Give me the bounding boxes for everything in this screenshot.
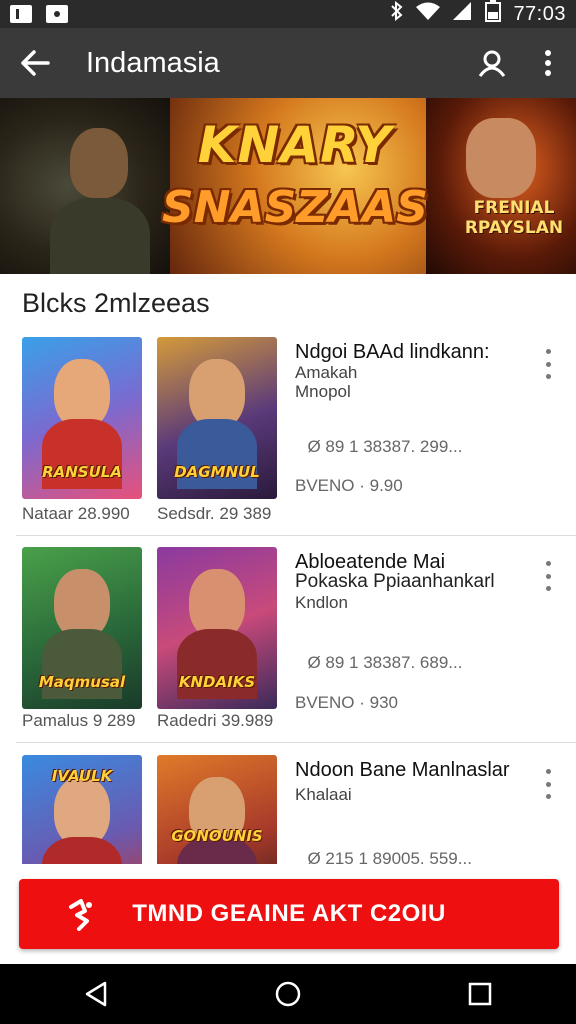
thumbnail-label: RANSULA — [42, 463, 122, 481]
arrow-left-icon — [21, 50, 50, 76]
banner-side-text-2: RPAYSLAN — [464, 218, 564, 238]
primary-cta-button[interactable]: TMND GEAINE AKT C2OIU — [19, 879, 559, 949]
battery-icon — [483, 0, 503, 28]
game-thumbnail[interactable]: DAGMNUL — [157, 337, 277, 499]
banner-hero-left — [0, 98, 170, 274]
signal-icon — [451, 1, 473, 27]
item-menu-button[interactable] — [538, 349, 558, 379]
thumbnail-caption: Radedri 39.989 — [157, 711, 274, 730]
banner-subtitle: SNASZAAS — [162, 182, 428, 233]
nav-back-button[interactable] — [66, 964, 126, 1024]
app-title: Indamasia — [86, 46, 220, 79]
bluetooth-icon — [389, 0, 405, 27]
circle-home-icon — [275, 981, 301, 1007]
thumbnail-label: Maqmusal — [38, 673, 126, 691]
list-item[interactable]: RANSULA DAGMNUL Nataar 28.990 Sedsdr. 29… — [0, 337, 576, 533]
status-bar: 77:03 — [0, 0, 576, 28]
item-title: Ndoon Bane Manlnaslar — [295, 759, 510, 781]
thumbnail-label: IVAULK — [51, 767, 113, 785]
person-icon — [478, 50, 506, 77]
item-stats: ⠀Ø 215 1 89005. 559... — [295, 849, 472, 865]
banner-hero-right — [426, 98, 576, 274]
divider — [16, 535, 576, 536]
app-bar: Indamasia — [0, 28, 576, 98]
item-menu-button[interactable] — [538, 561, 558, 591]
cta-container: TMND GEAINE AKT C2OIU — [0, 864, 576, 964]
banner-side-text-1: FRENIAL — [473, 198, 555, 218]
account-button[interactable] — [464, 28, 520, 98]
notification-icon-2 — [46, 5, 68, 23]
overflow-menu-button[interactable] — [520, 28, 576, 98]
game-thumbnail[interactable]: KNDAIKS — [157, 547, 277, 709]
app-screen: 77:03 Indamasia KNARY SNASZAAS FRENIAL R… — [0, 0, 576, 1024]
triangle-back-icon — [85, 981, 107, 1007]
divider — [16, 742, 576, 743]
item-title: Ndgoi BAAd lindkann: — [295, 341, 490, 363]
item-subtitle-2: Mnopol — [295, 382, 351, 401]
thumbnail-label: GONOUNIS — [171, 827, 263, 845]
game-thumbnail[interactable]: IVAULK — [22, 755, 142, 865]
thumbnail-label: KNDAIKS — [178, 673, 256, 691]
thumbnail-caption: Nataar 28.990 — [22, 504, 130, 523]
list-item[interactable]: IVAULK GONOUNIS Ndoon Bane Manlnaslar Kh… — [0, 755, 576, 865]
item-stats: ⠀Ø 89 1 38387. 689... — [295, 653, 463, 672]
system-nav-bar — [0, 964, 576, 1024]
item-subtitle: Pokaska Ppiaanhankarl — [295, 571, 495, 592]
thumbnail-caption: Pamalus 9 289 — [22, 711, 136, 730]
notification-icon — [10, 5, 32, 23]
list-item[interactable]: Maqmusal KNDAIKS Pamalus 9 289 Radedri 3… — [0, 547, 576, 737]
item-price: BVENO · 930 — [295, 693, 398, 712]
gift-icon — [69, 899, 92, 931]
more-vert-icon — [545, 50, 551, 76]
status-time: 77:03 — [513, 2, 566, 25]
cta-label: TMND GEAINE AKT C2OIU — [132, 900, 446, 927]
game-thumbnail[interactable]: RANSULA — [22, 337, 142, 499]
item-price: BVENO · 9.90 — [295, 476, 403, 495]
wifi-icon — [415, 1, 441, 27]
back-button[interactable] — [0, 28, 70, 98]
item-subtitle: Khalaai — [295, 785, 352, 804]
promo-banner[interactable]: KNARY SNASZAAS FRENIAL RPAYSLAN — [0, 98, 576, 274]
item-subtitle-2: Kndlon — [295, 593, 348, 612]
item-menu-button[interactable] — [538, 769, 558, 799]
nav-home-button[interactable] — [258, 964, 318, 1024]
section-title: Blcks 2mlzeeas — [22, 288, 210, 318]
thumbnail-label: DAGMNUL — [174, 463, 260, 481]
nav-recents-button[interactable] — [450, 964, 510, 1024]
square-recents-icon — [468, 982, 492, 1006]
item-subtitle: Amakah — [295, 363, 358, 382]
banner-title: KNARY — [197, 116, 393, 174]
item-stats: ⠀Ø 89 1 38387. 299... — [295, 437, 463, 456]
game-thumbnail[interactable]: Maqmusal — [22, 547, 142, 709]
thumbnail-caption: Sedsdr. 29 389 — [157, 504, 272, 523]
game-thumbnail[interactable]: GONOUNIS — [157, 755, 277, 865]
